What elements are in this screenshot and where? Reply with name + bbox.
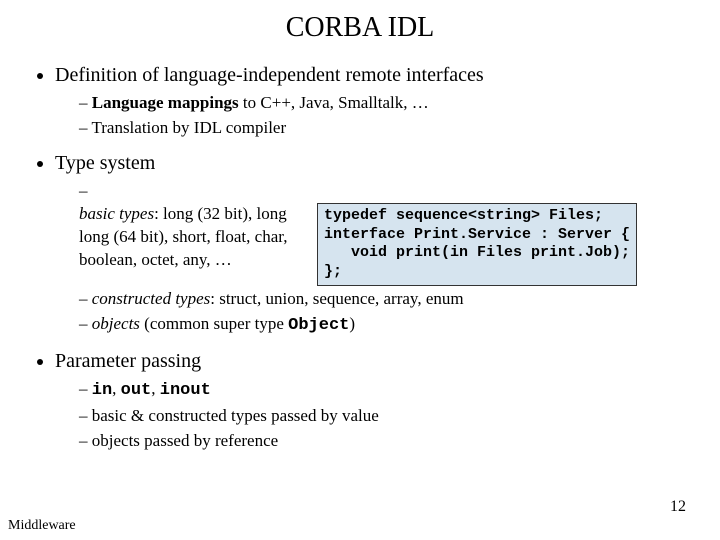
bullet-definition: Definition of language-independent remot… <box>55 62 690 140</box>
bullet-type-system: Type system basic types: long (32 bit), … <box>55 150 690 338</box>
text: , <box>112 379 121 398</box>
text: (common super type <box>140 314 288 333</box>
wrapped-text: basic types: long (32 bit), long long (6… <box>79 203 309 272</box>
text-italic: constructed types <box>92 289 211 308</box>
sub-item: Language mappings to C++, Java, Smalltal… <box>79 92 690 115</box>
sub-item: constructed types: struct, union, sequen… <box>79 288 690 311</box>
sub-item: objects passed by reference <box>79 430 690 453</box>
text-mono: inout <box>160 381 211 400</box>
text: ) <box>349 314 355 333</box>
text: , <box>151 379 160 398</box>
text-code-row: basic types: long (32 bit), long long (6… <box>79 203 690 286</box>
text: Translation by IDL compiler <box>91 118 286 137</box>
sub-item: objects (common super type Object) <box>79 313 690 338</box>
bullet-text: Definition of language-independent remot… <box>55 64 484 86</box>
bullet-text: Type system <box>55 152 155 174</box>
bullet-list: Definition of language-independent remot… <box>30 62 690 453</box>
text-mono: in <box>92 381 112 400</box>
sub-item: basic & constructed types passed by valu… <box>79 405 690 428</box>
text-mono: Object <box>288 316 349 335</box>
sub-item: Translation by IDL compiler <box>79 117 690 140</box>
sub-item: basic types: long (32 bit), long long (6… <box>79 180 690 286</box>
sublist: in, out, inout basic & constructed types… <box>55 378 690 453</box>
sublist: basic types: long (32 bit), long long (6… <box>55 180 690 338</box>
text: basic & constructed types passed by valu… <box>92 406 379 425</box>
text: : struct, union, sequence, array, enum <box>210 289 463 308</box>
bullet-parameter-passing: Parameter passing in, out, inout basic &… <box>55 348 690 453</box>
slide-title: CORBA IDL <box>30 12 690 44</box>
text-italic: basic types <box>79 204 154 223</box>
footer-text: Middleware <box>8 518 76 534</box>
code-block: typedef sequence<string> Files; interfac… <box>317 203 637 286</box>
text: to C++, Java, Smalltalk, … <box>239 93 429 112</box>
sub-item: in, out, inout <box>79 378 690 403</box>
slide: CORBA IDL Definition of language-indepen… <box>0 0 720 540</box>
text: objects passed by reference <box>92 431 278 450</box>
bullet-text: Parameter passing <box>55 350 201 372</box>
sublist: Language mappings to C++, Java, Smalltal… <box>55 92 690 140</box>
text-mono: out <box>121 381 152 400</box>
text-bold: Language mappings <box>92 93 239 112</box>
page-number: 12 <box>670 498 686 516</box>
text-italic: objects <box>92 314 140 333</box>
